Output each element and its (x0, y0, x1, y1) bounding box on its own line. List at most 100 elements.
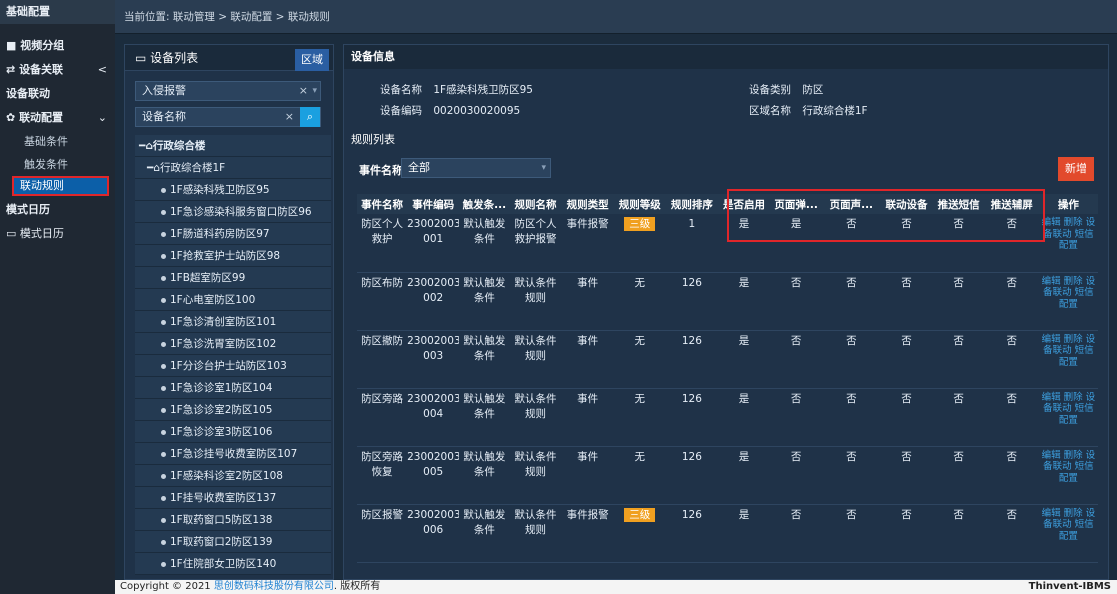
column-header[interactable]: 联动设备 (880, 194, 933, 214)
sidebar-item-label: 视频分组 (20, 39, 65, 52)
sidebar: 基础配置 ■ 视频分组 ⇄ 设备关联 < 设备联动 ✿ 联动配置 ⌄ 基础条件 … (0, 0, 115, 594)
filter-select[interactable]: 入侵报警 × ▾ (135, 81, 321, 101)
column-header[interactable]: 推送辅屏 (984, 194, 1039, 214)
device-name-row: 设备名称 1F感染科残卫防区95 (380, 82, 533, 97)
column-header[interactable]: 规则等级 (613, 194, 666, 214)
column-header[interactable]: 事件名称 (357, 194, 408, 214)
clear-icon[interactable]: × (299, 82, 308, 100)
device-code-label: 设备编码 (380, 105, 422, 117)
column-header[interactable]: 规则类型 (561, 194, 614, 214)
tree-node[interactable]: 1F肠道科药房防区97 (135, 223, 331, 245)
product-name: Thinvent-IBMS (1028, 581, 1111, 592)
tree-node[interactable]: 1F感染科诊室2防区108 (135, 465, 331, 487)
tree-node[interactable]: 1F分诊台护士站防区103 (135, 355, 331, 377)
table-cell: 默认触发条件 (459, 446, 510, 505)
tree-node[interactable]: ━⌂行政综合楼1F (135, 157, 331, 179)
table-cell: 1 (665, 214, 718, 273)
device-code-row: 设备编码 0020030020095 (380, 103, 520, 118)
table-cell: 否 (770, 330, 823, 389)
table-cell: 否 (770, 504, 823, 563)
clear-search-icon[interactable]: × (285, 108, 294, 126)
sidebar-item-video-group[interactable]: ■ 视频分组 (0, 34, 115, 58)
company-link[interactable]: 思创数码科技股份有限公司 (214, 581, 334, 592)
table-cell[interactable]: 编辑 删除 设备联动 短信配置 (1038, 446, 1098, 505)
table-cell: 默认触发条件 (459, 388, 510, 447)
collapse-home-icon[interactable]: ━⌂ (147, 162, 160, 174)
tree-node-label: 1F急诊诊室1防区104 (170, 382, 273, 394)
column-header[interactable]: 事件编码 (407, 194, 460, 214)
tree-node[interactable]: 1F心电室防区100 (135, 289, 331, 311)
table-cell[interactable]: 编辑 删除 设备联动 短信配置 (1038, 504, 1098, 563)
table-cell[interactable]: 编辑 删除 设备联动 短信配置 (1038, 272, 1098, 331)
table-cell: 三级 (613, 214, 666, 273)
device-tree: ━⌂行政综合楼 ━⌂行政综合楼1F 1F感染科残卫防区95 1F急诊感染科服务窗口防区… (135, 135, 331, 575)
tree-node[interactable]: ━⌂行政综合楼 (135, 135, 331, 157)
column-header[interactable]: 推送短信 (932, 194, 985, 214)
column-header[interactable]: 页面弹... (770, 194, 823, 214)
tree-node-label: 1F住院部女卫防区140 (170, 558, 277, 570)
table-cell: 否 (932, 504, 985, 563)
event-name-select[interactable]: 全部 ▾ (401, 158, 551, 178)
rule-table: 事件名称 事件编码 触发条... 规则名称 规则类型 规则等级 规则排序 是否启用 页面弹...… (357, 194, 1098, 563)
sidebar-item-mode-calendar[interactable]: 模式日历 (0, 198, 115, 222)
tree-node-label: 行政综合楼1F (160, 162, 226, 174)
column-header[interactable]: 是否启用 (717, 194, 771, 214)
table-cell: 防区个人救护 (357, 214, 408, 273)
table-cell: 126 (665, 446, 718, 505)
tree-node-label: 1F急诊挂号收费室防区107 (170, 448, 298, 460)
sidebar-item-device-link[interactable]: ⇄ 设备关联 < (0, 58, 115, 82)
tree-node[interactable]: 1F急诊诊室3防区106 (135, 421, 331, 443)
sidebar-item-mode-calendar-2[interactable]: ▭ 模式日历 (0, 222, 115, 246)
tree-node[interactable]: 1F挂号收费室防区137 (135, 487, 331, 509)
sidebar-sub-basic-condition[interactable]: 基础条件 (0, 130, 115, 153)
tree-node-label: 1F急诊洗胃室防区102 (170, 338, 277, 350)
table-cell[interactable]: 编辑 删除 设备联动 短信配置 (1038, 214, 1098, 273)
search-placeholder: 设备名称 (142, 110, 186, 123)
gear-icon: ✿ (6, 111, 16, 124)
area-button[interactable]: 区域 (295, 49, 329, 71)
table-cell: 126 (665, 272, 718, 331)
sidebar-sub-trigger-condition[interactable]: 触发条件 (0, 153, 115, 176)
tree-node[interactable]: 1F取药窗口5防区138 (135, 509, 331, 531)
search-icon[interactable]: ⌕ (300, 107, 320, 127)
tree-node[interactable]: 1F急诊感染科服务窗口防区96 (135, 201, 331, 223)
tree-node[interactable]: 1FB超室防区99 (135, 267, 331, 289)
table-cell: 防区布防 (357, 272, 408, 331)
video-icon: ■ (6, 39, 17, 52)
sidebar-item-linkage-config[interactable]: ✿ 联动配置 ⌄ (0, 106, 115, 130)
tree-node[interactable]: 1F取药窗口2防区139 (135, 531, 331, 553)
tree-node[interactable]: 1F急诊挂号收费室防区107 (135, 443, 331, 465)
tree-node[interactable]: 1F急诊洗胃室防区102 (135, 333, 331, 355)
tree-node[interactable]: 1F感染科残卫防区95 (135, 179, 331, 201)
tree-node[interactable]: 1F急诊清创室防区101 (135, 311, 331, 333)
table-cell: 否 (984, 388, 1039, 447)
device-search-input[interactable]: 设备名称 × ⌕ (135, 107, 321, 127)
sidebar-sub-linkage-rule[interactable]: 联动规则 (12, 176, 109, 196)
column-header[interactable]: 规则排序 (665, 194, 718, 214)
tree-node[interactable]: 1F抢救室护士站防区98 (135, 245, 331, 267)
tree-node[interactable]: 1F急诊诊室1防区104 (135, 377, 331, 399)
table-cell: 否 (932, 388, 985, 447)
table-cell: 否 (880, 504, 933, 563)
tree-node-label: 1F取药窗口5防区138 (170, 514, 273, 526)
column-header[interactable]: 触发条... (459, 194, 510, 214)
tree-node[interactable]: 1F住院部女卫防区140 (135, 553, 331, 575)
bullet-icon (161, 517, 166, 523)
column-header[interactable]: 操作 (1038, 194, 1098, 214)
table-cell: 否 (880, 446, 933, 505)
bullet-icon (161, 209, 166, 215)
sidebar-item-device-linkage[interactable]: 设备联动 (0, 82, 115, 106)
link-icon: ⇄ (6, 63, 16, 76)
column-header[interactable]: 页面声... (822, 194, 881, 214)
table-cell[interactable]: 编辑 删除 设备联动 短信配置 (1038, 388, 1098, 447)
table-cell: 是 (717, 446, 771, 505)
table-cell[interactable]: 编辑 删除 设备联动 短信配置 (1038, 330, 1098, 389)
device-type-value: 防区 (802, 84, 824, 96)
column-header[interactable]: 规则名称 (509, 194, 562, 214)
tree-node[interactable]: 1F急诊诊室2防区105 (135, 399, 331, 421)
collapse-home-icon[interactable]: ━⌂ (139, 140, 153, 152)
filter-value: 入侵报警 (142, 84, 186, 97)
table-cell: 无 (613, 330, 666, 389)
add-button[interactable]: 新增 (1058, 157, 1094, 181)
tree-node-label: 1F感染科残卫防区95 (170, 184, 270, 196)
